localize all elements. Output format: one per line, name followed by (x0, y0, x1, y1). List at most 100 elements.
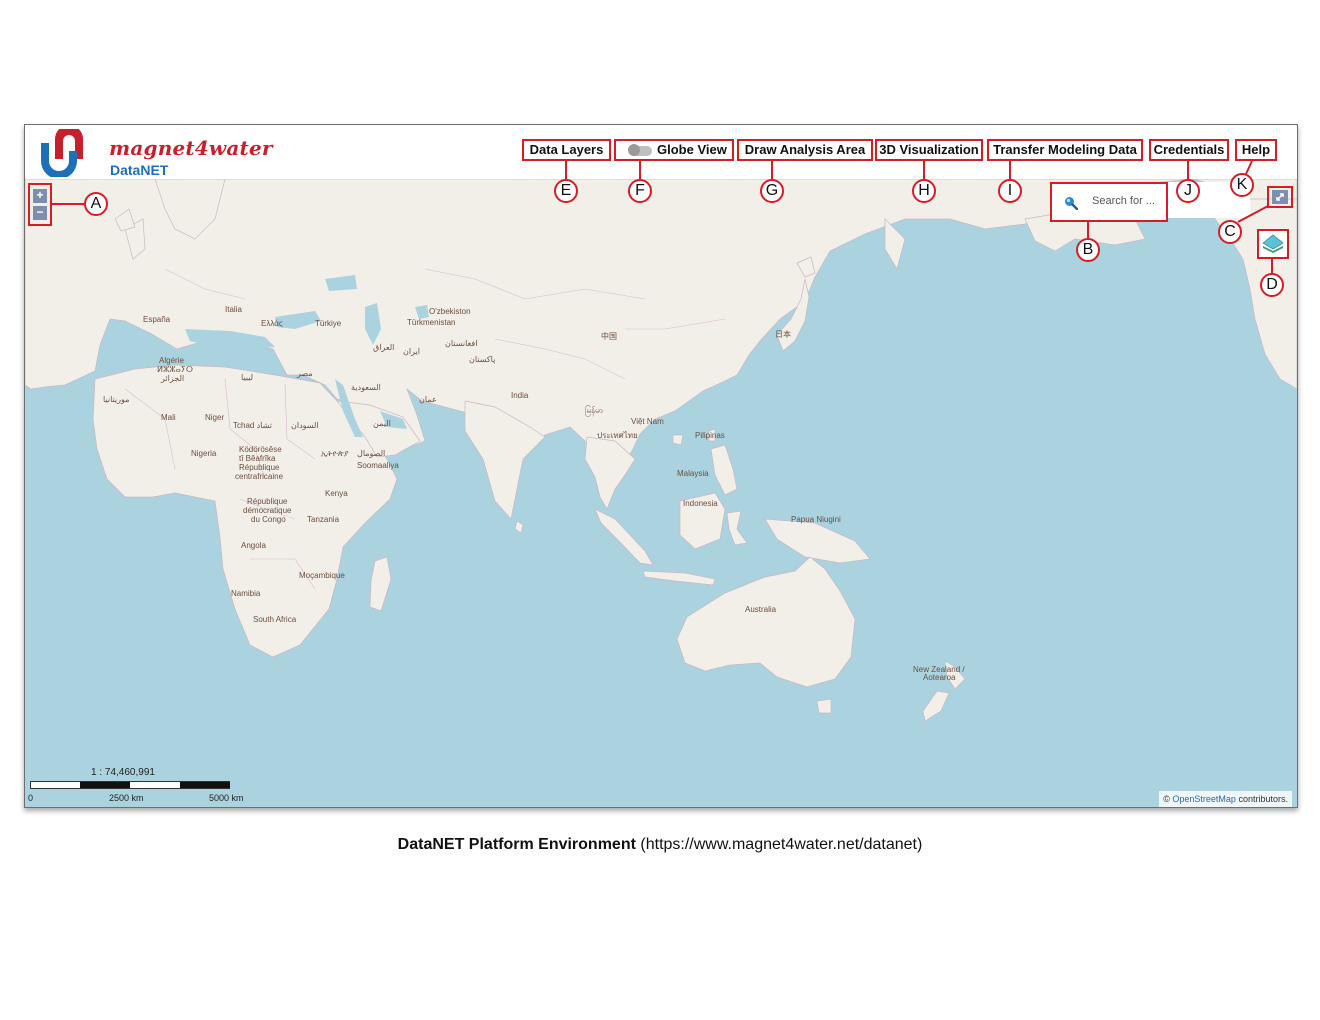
osm-link[interactable]: OpenStreetMap (1172, 794, 1236, 804)
callout-c: C (1218, 220, 1242, 244)
brand-name: magnet4water (109, 136, 273, 160)
map-label: الصومال (357, 449, 386, 458)
map-label: République (239, 463, 280, 472)
transfer-modeling-data-button[interactable]: Transfer Modeling Data (987, 139, 1143, 161)
map-label: Kenya (325, 489, 348, 498)
map-label: Soomaaliya (357, 461, 399, 470)
map-label: موريتانيا (103, 395, 130, 404)
map-label: Malaysia (677, 469, 709, 478)
layers-icon (1262, 234, 1284, 253)
map-label: India (511, 391, 529, 400)
data-layers-button[interactable]: Data Layers (522, 139, 611, 161)
map-label: Moçambique (299, 571, 345, 580)
app-window: España Italia Ελλάς Türkiye O'zbekiston … (24, 124, 1298, 808)
map-label: 中国 (601, 332, 617, 341)
search-box[interactable]: Search for ... (1050, 182, 1168, 222)
figure-caption: DataNET Platform Environment (https://ww… (0, 836, 1320, 854)
credentials-label: Credentials (1153, 142, 1225, 157)
zoom-in-button[interactable]: + (33, 189, 47, 203)
map-label: République (247, 497, 288, 506)
draw-analysis-area-button[interactable]: Draw Analysis Area (737, 139, 873, 161)
scale-tick: 0 (28, 793, 34, 803)
map-label: Niger (205, 413, 225, 422)
scale-segment (80, 782, 130, 788)
expand-icon (1276, 193, 1284, 201)
map-label: Türkmenistan (407, 318, 456, 327)
search-input[interactable]: Search for ... (1092, 195, 1155, 207)
map-label: العراق (373, 343, 395, 352)
callout-e: E (554, 179, 578, 203)
callout-a: A (84, 192, 108, 216)
map-label: پاکستان (469, 355, 496, 364)
callout-b: B (1076, 238, 1100, 262)
map-label: tî Bêafrîka (239, 454, 276, 463)
app-header: magnet4water DataNET Data Layers Globe V… (25, 125, 1297, 179)
search-icon (1065, 197, 1078, 210)
map-label: مصر (297, 369, 313, 378)
map-label: السعودية (351, 383, 381, 392)
map-label: South Africa (253, 615, 297, 624)
map-label: Ködörösêse (239, 445, 282, 454)
map-label: ኢትዮጵያ (321, 449, 349, 458)
map-label: España (143, 315, 171, 324)
attribution-prefix: © (1163, 794, 1170, 804)
map-label: ليبيا (241, 373, 254, 382)
map-label: Mali (161, 413, 176, 422)
draw-analysis-area-label: Draw Analysis Area (744, 142, 866, 157)
map-label: Angola (241, 541, 266, 550)
zoom-controls: + − (28, 183, 52, 226)
scale-segment (180, 782, 230, 788)
map-label: မြန်မာ (585, 406, 603, 415)
scale-bar (30, 781, 230, 789)
map-label: Italia (225, 305, 242, 314)
3d-visualization-label: 3D Visualization (879, 142, 979, 157)
help-button[interactable]: Help (1235, 139, 1277, 161)
callout-d: D (1260, 273, 1284, 297)
scale-ratio: 1 : 74,460,991 (91, 767, 155, 778)
world-map[interactable]: España Italia Ελλάς Türkiye O'zbekiston … (25, 178, 1297, 807)
layer-switcher-button[interactable] (1257, 229, 1289, 259)
callout-g: G (760, 179, 784, 203)
caption-url: (https://www.magnet4water.net/datanet) (640, 836, 923, 853)
map-label: Algérie (159, 356, 184, 365)
callout-j: J (1176, 179, 1200, 203)
scale-tick: 5000 km (209, 793, 244, 803)
callout-h: H (912, 179, 936, 203)
brand-logo[interactable]: magnet4water DataNET (39, 129, 272, 178)
map-label: Australia (745, 605, 777, 614)
product-name: DataNET (110, 162, 169, 178)
scale-tick: 2500 km (109, 793, 144, 803)
map-label: عمان (419, 395, 437, 404)
callout-i: I (998, 179, 1022, 203)
map-label: démocratique (243, 506, 292, 515)
map-label: اليمن (373, 419, 391, 428)
callout-f: F (628, 179, 652, 203)
map-label: Türkiye (315, 319, 342, 328)
credentials-button[interactable]: Credentials (1149, 139, 1229, 161)
map-label: افغانستان (445, 339, 478, 348)
toggle-switch-icon[interactable] (628, 144, 652, 156)
magnet-logo-icon (41, 129, 83, 177)
map-label: Aotearoa (923, 673, 956, 682)
map-label: Pilipinas (695, 431, 725, 440)
map-label: Nigeria (191, 449, 217, 458)
map-label: الجزائر (161, 374, 185, 383)
map-label: Tchad تشاد (233, 421, 272, 430)
map-label: 日本 (775, 330, 791, 339)
map-label: O'zbekiston (429, 307, 471, 316)
map-label: ایران (403, 347, 420, 356)
map-label: ประเทศไทย (597, 431, 638, 440)
map-label: Ελλάς (261, 319, 283, 328)
map-tiles (25, 178, 1297, 807)
map-attribution: © OpenStreetMap contributors. (1159, 791, 1292, 807)
map-label: centrafricaine (235, 472, 284, 481)
3d-visualization-button[interactable]: 3D Visualization (875, 139, 983, 161)
fullscreen-control (1267, 186, 1293, 208)
globe-view-toggle[interactable]: Globe View (614, 139, 734, 161)
attribution-suffix: contributors. (1238, 794, 1288, 804)
fullscreen-button[interactable] (1272, 190, 1288, 204)
caption-title: DataNET Platform Environment (397, 836, 636, 853)
zoom-out-button[interactable]: − (33, 206, 47, 220)
globe-view-label: Globe View (657, 142, 727, 157)
map-label: du Congo (251, 515, 286, 524)
